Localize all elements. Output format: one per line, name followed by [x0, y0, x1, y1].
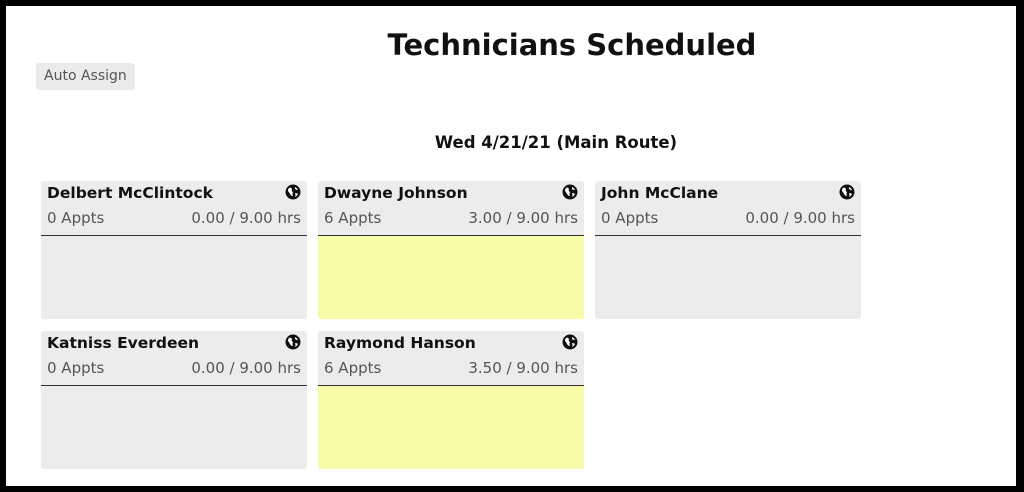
- globe-icon[interactable]: [562, 334, 578, 350]
- hours-scheduled: 3.00 / 9.00 hrs: [468, 209, 578, 227]
- auto-assign-button[interactable]: Auto Assign: [36, 63, 135, 90]
- appointments-count: 0 Appts: [601, 209, 659, 227]
- appointments-count: 6 Appts: [324, 359, 382, 377]
- technician-card[interactable]: Raymond Hanson 6 Appts 3.50 / 9.00 hrs: [318, 331, 584, 469]
- schedule-drop-area[interactable]: [41, 386, 307, 469]
- appointments-count: 6 Appts: [324, 209, 382, 227]
- technician-name: Delbert McClintock: [47, 184, 213, 202]
- schedule-drop-area[interactable]: [595, 236, 861, 319]
- appointments-count: 0 Appts: [47, 209, 105, 227]
- globe-icon[interactable]: [285, 184, 301, 200]
- technician-card-header: Raymond Hanson 6 Appts 3.50 / 9.00 hrs: [318, 331, 584, 386]
- hours-scheduled: 3.50 / 9.00 hrs: [468, 359, 578, 377]
- hours-scheduled: 0.00 / 9.00 hrs: [745, 209, 855, 227]
- schedule-drop-area[interactable]: [41, 236, 307, 319]
- technician-card[interactable]: Dwayne Johnson 6 Appts 3.00 / 9.00 hrs: [318, 181, 584, 319]
- technician-card-header: Delbert McClintock 0 Appts 0.00 / 9.00 h…: [41, 181, 307, 236]
- date-header: Wed 4/21/21 (Main Route): [434, 133, 678, 152]
- technician-card[interactable]: John McClane 0 Appts 0.00 / 9.00 hrs: [595, 181, 861, 319]
- technician-card[interactable]: Katniss Everdeen 0 Appts 0.00 / 9.00 hrs: [41, 331, 307, 469]
- technician-card-header: Dwayne Johnson 6 Appts 3.00 / 9.00 hrs: [318, 181, 584, 236]
- technician-name: Dwayne Johnson: [324, 184, 468, 202]
- technician-card[interactable]: Delbert McClintock 0 Appts 0.00 / 9.00 h…: [41, 181, 307, 319]
- technician-name: Raymond Hanson: [324, 334, 476, 352]
- hours-scheduled: 0.00 / 9.00 hrs: [191, 209, 301, 227]
- schedule-drop-area[interactable]: [318, 386, 584, 469]
- technician-card-header: Katniss Everdeen 0 Appts 0.00 / 9.00 hrs: [41, 331, 307, 386]
- appointments-count: 0 Appts: [47, 359, 105, 377]
- globe-icon[interactable]: [839, 184, 855, 200]
- schedule-drop-area[interactable]: [318, 236, 584, 319]
- technician-name: John McClane: [601, 184, 719, 202]
- globe-icon[interactable]: [285, 334, 301, 350]
- technician-name: Katniss Everdeen: [47, 334, 200, 352]
- globe-icon[interactable]: [562, 184, 578, 200]
- technician-card-header: John McClane 0 Appts 0.00 / 9.00 hrs: [595, 181, 861, 236]
- schedule-panel: Technicians Scheduled Auto Assign Wed 4/…: [6, 6, 1016, 486]
- hours-scheduled: 0.00 / 9.00 hrs: [191, 359, 301, 377]
- page-title: Technicians Scheduled: [387, 28, 757, 62]
